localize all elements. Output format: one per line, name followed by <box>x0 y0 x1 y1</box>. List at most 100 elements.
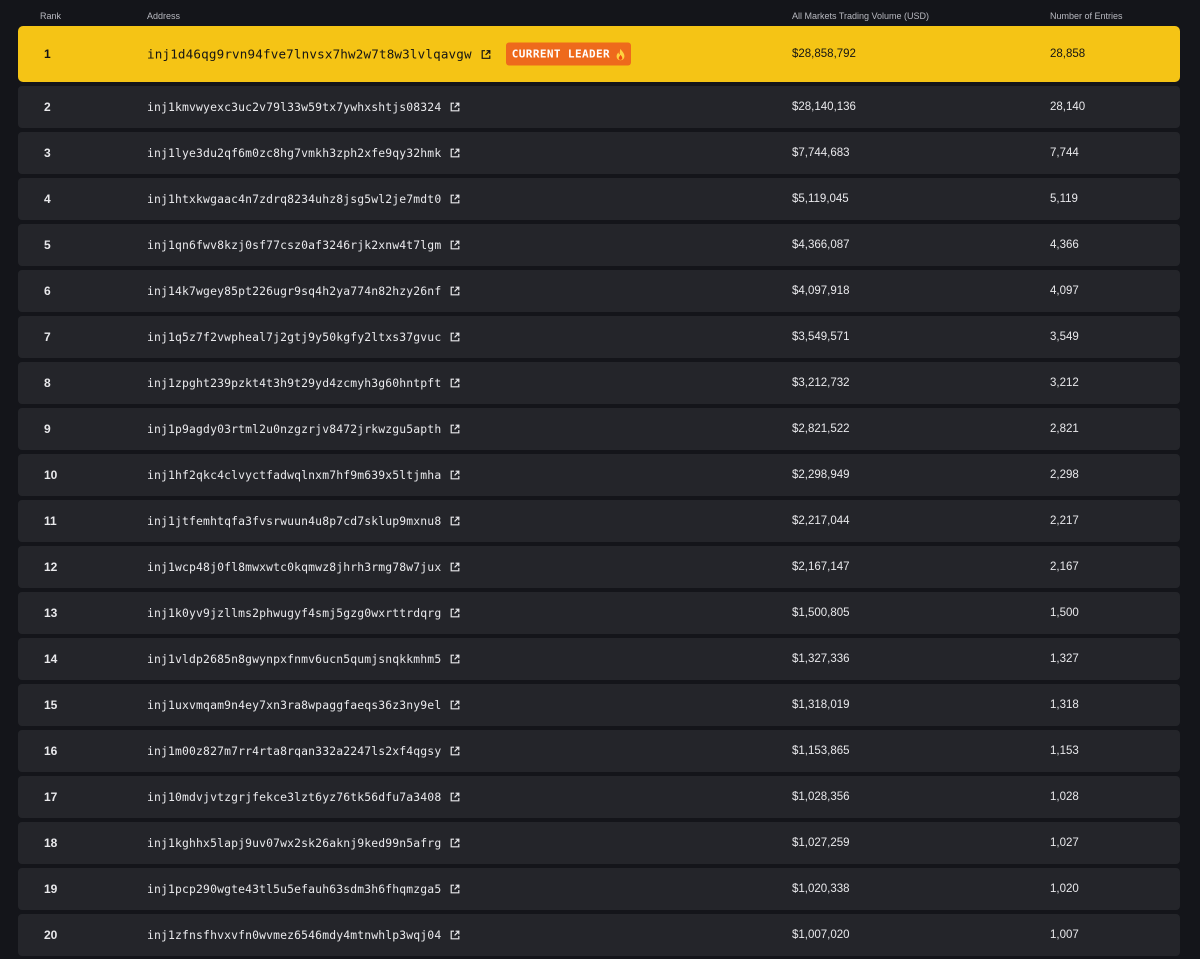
volume-cell: $28,140,136 <box>792 101 856 113</box>
address-link[interactable]: inj1q5z7f2vwpheal7j2gtj9y50kgfy2ltxs37gv… <box>147 330 441 344</box>
address-link[interactable]: inj1jtfemhtqfa3fvsrwuun4u8p7cd7sklup9mxn… <box>147 514 441 528</box>
external-link-icon[interactable] <box>450 838 460 848</box>
volume-cell: $2,821,522 <box>792 423 850 435</box>
address-cell: inj1vldp2685n8gwynpxfnmv6ucn5qumjsnqkkmh… <box>147 652 460 666</box>
address-cell: inj1d46qg9rvn94fve7lnvsx7hw2w7t8w3lvlqav… <box>147 42 632 66</box>
address-link[interactable]: inj1p9agdy03rtml2u0nzgzrjv8472jrkwzgu5ap… <box>147 422 441 436</box>
volume-cell: $5,119,045 <box>792 193 849 205</box>
table-row[interactable]: 19 inj1pcp290wgte43tl5u5efauh63sdm3h6fhqm… <box>18 868 1180 910</box>
external-link-icon[interactable] <box>450 424 460 434</box>
external-link-icon[interactable] <box>450 286 460 296</box>
address-link[interactable]: inj1zpght239pzkt4t3h9t29yd4zcmyh3g60hntp… <box>147 376 441 390</box>
external-link-icon[interactable] <box>481 49 491 59</box>
table-row[interactable]: 16 inj1m00z827m7rr4rta8rqan332a2247ls2xf4… <box>18 730 1180 772</box>
external-link-icon[interactable] <box>450 332 460 342</box>
table-row[interactable]: 10 inj1hf2qkc4clvyctfadwqlnxm7hf9m639x5lt… <box>18 454 1180 496</box>
volume-cell: $2,298,949 <box>792 469 850 481</box>
table-row[interactable]: 9 inj1p9agdy03rtml2u0nzgzrjv8472jrkwzgu5a… <box>18 408 1180 450</box>
external-link-icon[interactable] <box>450 608 460 618</box>
table-row[interactable]: 2 inj1kmvwyexc3uc2v79l33w59tx7ywhxshtjs08… <box>18 86 1180 128</box>
table-row[interactable]: 17 inj10mdvjvtzgrjfekce3lzt6yz76tk56dfu7a… <box>18 776 1180 818</box>
address-link[interactable]: inj1hf2qkc4clvyctfadwqlnxm7hf9m639x5ltjm… <box>147 468 441 482</box>
volume-cell: $1,327,336 <box>792 653 850 665</box>
table-header: Rank Address All Markets Trading Volume … <box>0 0 1200 26</box>
address-link[interactable]: inj1qn6fwv8kzj0sf77csz0af3246rjk2xnw4t7l… <box>147 238 441 252</box>
header-entries: Number of Entries <box>1050 11 1123 21</box>
external-link-icon[interactable] <box>450 102 460 112</box>
rank-cell: 19 <box>44 882 58 896</box>
external-link-icon[interactable] <box>450 746 460 756</box>
address-cell: inj1lye3du2qf6m0zc8hg7vmkh3zph2xfe9qy32h… <box>147 146 460 160</box>
table-row[interactable]: 5 inj1qn6fwv8kzj0sf77csz0af3246rjk2xnw4t7… <box>18 224 1180 266</box>
volume-cell: $1,007,020 <box>792 929 850 941</box>
table-row[interactable]: 7 inj1q5z7f2vwpheal7j2gtj9y50kgfy2ltxs37g… <box>18 316 1180 358</box>
entries-cell: 1,028 <box>1050 791 1079 803</box>
table-row[interactable]: 8 inj1zpght239pzkt4t3h9t29yd4zcmyh3g60hnt… <box>18 362 1180 404</box>
rank-cell: 12 <box>44 560 58 574</box>
address-link[interactable]: inj1kghhx5lapj9uv07wx2sk26aknj9ked99n5af… <box>147 836 441 850</box>
external-link-icon[interactable] <box>450 516 460 526</box>
address-link[interactable]: inj14k7wgey85pt226ugr9sq4h2ya774n82hzy26… <box>147 284 441 298</box>
address-cell: inj1zfnsfhvxvfn0wvmez6546mdy4mtnwhlp3wqj… <box>147 928 460 942</box>
table-row[interactable]: 12 inj1wcp48j0fl8mwxwtc0kqmwz8jhrh3rmg78w… <box>18 546 1180 588</box>
table-row[interactable]: 13 inj1k0yv9jzllms2phwugyf4smj5gzg0wxrttr… <box>18 592 1180 634</box>
table-row[interactable]: 18 inj1kghhx5lapj9uv07wx2sk26aknj9ked99n5… <box>18 822 1180 864</box>
address-cell: inj1wcp48j0fl8mwxwtc0kqmwz8jhrh3rmg78w7j… <box>147 560 460 574</box>
rank-cell: 7 <box>44 330 51 344</box>
entries-cell: 28,140 <box>1050 101 1086 113</box>
rank-cell: 10 <box>44 468 58 482</box>
table-row[interactable]: 11 inj1jtfemhtqfa3fvsrwuun4u8p7cd7sklup9m… <box>18 500 1180 542</box>
table-row[interactable]: 20 inj1zfnsfhvxvfn0wvmez6546mdy4mtnwhlp3w… <box>18 914 1180 956</box>
rank-cell: 11 <box>44 514 57 528</box>
table-row-leader[interactable]: 1 inj1d46qg9rvn94fve7lnvsx7hw2w7t8w3lvlqa… <box>18 26 1180 82</box>
external-link-icon[interactable] <box>450 562 460 572</box>
entries-cell: 1,318 <box>1050 699 1079 711</box>
external-link-icon[interactable] <box>450 930 460 940</box>
address-link[interactable]: inj1k0yv9jzllms2phwugyf4smj5gzg0wxrttrdq… <box>147 606 441 620</box>
table-row[interactable]: 15 inj1uxvmqam9n4ey7xn3ra8wpaggfaeqs36z3n… <box>18 684 1180 726</box>
external-link-icon[interactable] <box>450 240 460 250</box>
external-link-icon[interactable] <box>450 700 460 710</box>
rank-cell: 3 <box>44 146 51 160</box>
external-link-icon[interactable] <box>450 194 460 204</box>
address-link[interactable]: inj10mdvjvtzgrjfekce3lzt6yz76tk56dfu7a34… <box>147 790 441 804</box>
rank-cell: 17 <box>44 790 58 804</box>
volume-cell: $2,167,147 <box>792 561 850 573</box>
address-cell: inj1kghhx5lapj9uv07wx2sk26aknj9ked99n5af… <box>147 836 460 850</box>
external-link-icon[interactable] <box>450 470 460 480</box>
address-cell: inj1jtfemhtqfa3fvsrwuun4u8p7cd7sklup9mxn… <box>147 514 460 528</box>
rank-cell: 2 <box>44 100 51 114</box>
address-cell: inj1q5z7f2vwpheal7j2gtj9y50kgfy2ltxs37gv… <box>147 330 460 344</box>
external-link-icon[interactable] <box>450 792 460 802</box>
address-link[interactable]: inj1wcp48j0fl8mwxwtc0kqmwz8jhrh3rmg78w7j… <box>147 560 441 574</box>
address-link[interactable]: inj1zfnsfhvxvfn0wvmez6546mdy4mtnwhlp3wqj… <box>147 928 441 942</box>
table-row[interactable]: 3 inj1lye3du2qf6m0zc8hg7vmkh3zph2xfe9qy32… <box>18 132 1180 174</box>
rank-cell: 9 <box>44 422 51 436</box>
address-cell: inj1hf2qkc4clvyctfadwqlnxm7hf9m639x5ltjm… <box>147 468 460 482</box>
address-link[interactable]: inj1m00z827m7rr4rta8rqan332a2247ls2xf4qg… <box>147 744 441 758</box>
entries-cell: 1,327 <box>1050 653 1079 665</box>
table-row[interactable]: 14 inj1vldp2685n8gwynpxfnmv6ucn5qumjsnqkk… <box>18 638 1180 680</box>
volume-cell: $1,318,019 <box>792 699 850 711</box>
rank-cell: 6 <box>44 284 51 298</box>
table-row[interactable]: 6 inj14k7wgey85pt226ugr9sq4h2ya774n82hzy2… <box>18 270 1180 312</box>
rank-cell: 15 <box>44 698 58 712</box>
address-link[interactable]: inj1vldp2685n8gwynpxfnmv6ucn5qumjsnqkkmh… <box>147 652 441 666</box>
entries-cell: 1,007 <box>1050 929 1079 941</box>
entries-cell: 2,167 <box>1050 561 1079 573</box>
address-link[interactable]: inj1uxvmqam9n4ey7xn3ra8wpaggfaeqs36z3ny9… <box>147 698 441 712</box>
address-link[interactable]: inj1pcp290wgte43tl5u5efauh63sdm3h6fhqmzg… <box>147 882 441 896</box>
volume-cell: $1,153,865 <box>792 745 850 757</box>
address-link[interactable]: inj1d46qg9rvn94fve7lnvsx7hw2w7t8w3lvlqav… <box>147 47 472 62</box>
external-link-icon[interactable] <box>450 148 460 158</box>
leaderboard-table: Rank Address All Markets Trading Volume … <box>0 0 1200 959</box>
table-row[interactable]: 4 inj1htxkwgaac4n7zdrq8234uhz8jsg5wl2je7m… <box>18 178 1180 220</box>
address-link[interactable]: inj1lye3du2qf6m0zc8hg7vmkh3zph2xfe9qy32h… <box>147 146 441 160</box>
external-link-icon[interactable] <box>450 654 460 664</box>
address-link[interactable]: inj1htxkwgaac4n7zdrq8234uhz8jsg5wl2je7md… <box>147 192 441 206</box>
address-link[interactable]: inj1kmvwyexc3uc2v79l33w59tx7ywhxshtjs083… <box>147 100 441 114</box>
external-link-icon[interactable] <box>450 884 460 894</box>
external-link-icon[interactable] <box>450 378 460 388</box>
address-cell: inj1p9agdy03rtml2u0nzgzrjv8472jrkwzgu5ap… <box>147 422 460 436</box>
rank-cell: 8 <box>44 376 51 390</box>
